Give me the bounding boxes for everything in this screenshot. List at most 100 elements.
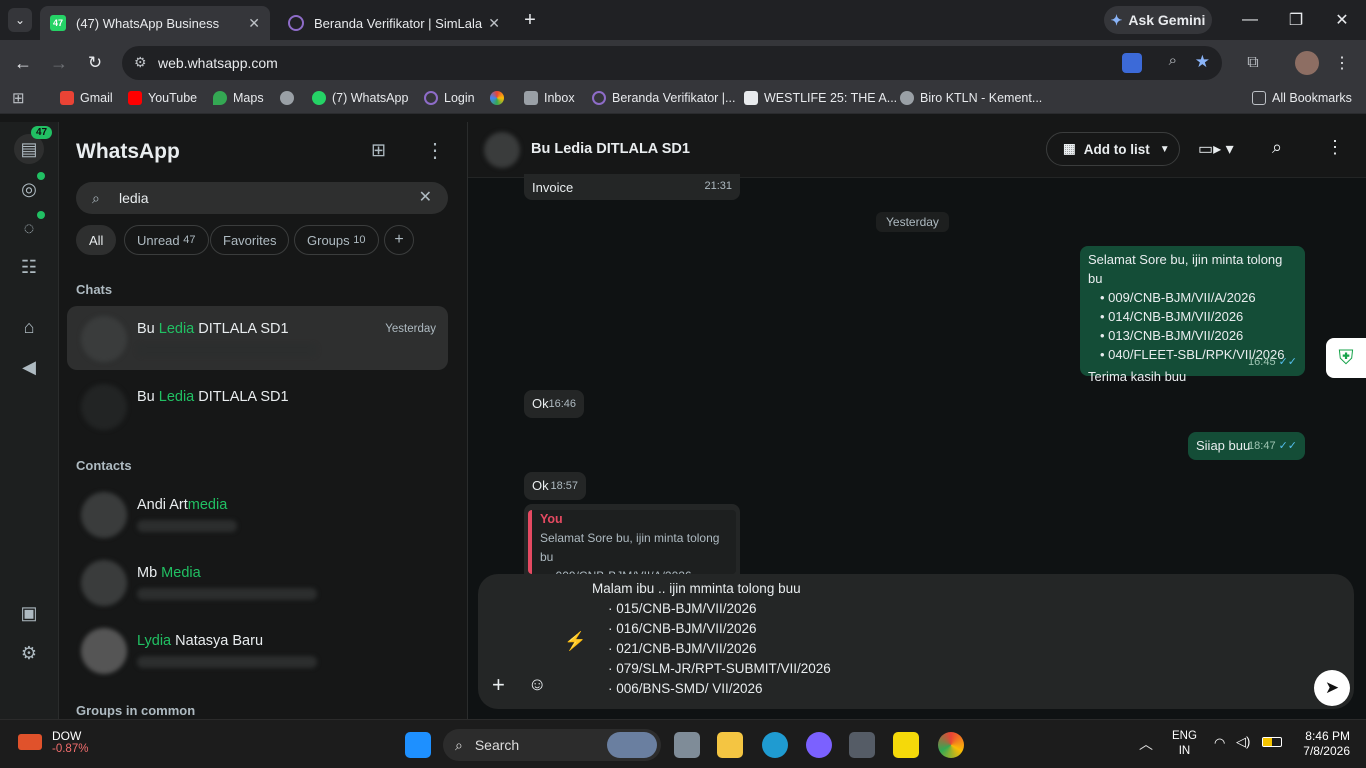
add-to-list-button[interactable]: ▦ Add to list ▼ <box>1046 132 1180 166</box>
clear-search-icon[interactable]: ✕ <box>419 182 432 214</box>
message-composer[interactable]: ⚡ + ☺ Malam ibu .. ijin mminta tolong bu… <box>478 574 1354 709</box>
forward-icon[interactable]: → <box>47 51 71 75</box>
channels-icon[interactable]: ◌ <box>16 215 42 241</box>
language-indicator[interactable]: ENG IN <box>1172 729 1197 759</box>
add-filter-button[interactable]: + <box>384 225 414 255</box>
media-icon[interactable]: ▣ <box>16 600 42 626</box>
bookmark-whatsapp[interactable]: (7) WhatsApp <box>312 91 408 105</box>
camera-icon[interactable] <box>849 732 875 758</box>
video-call-icon[interactable]: ▭▸ ▾ <box>1198 139 1234 159</box>
filter-label: All <box>89 232 104 248</box>
maximize-icon[interactable]: ❐ <box>1284 8 1308 32</box>
bookmark-beranda[interactable]: Beranda Verifikator |... <box>592 91 735 105</box>
menu-icon[interactable]: ⋮ <box>425 138 445 163</box>
contact-avatar[interactable] <box>484 132 520 168</box>
close-tab-icon[interactable]: ✕ <box>248 15 260 32</box>
close-tab-icon[interactable]: ✕ <box>488 15 500 32</box>
chat-header[interactable]: Bu Ledia DITLALA SD1 ▦ Add to list ▼ ▭▸ ▾ … <box>468 122 1366 178</box>
extensions-icon[interactable]: ⧉ <box>1241 51 1265 75</box>
search-chat-icon[interactable]: ⌕ <box>1272 137 1282 158</box>
back-icon[interactable]: ← <box>11 51 35 75</box>
file-explorer-icon[interactable] <box>717 732 743 758</box>
bookmark-maps[interactable]: Maps <box>213 91 264 105</box>
clock[interactable]: 8:46 PM 7/8/2026 <box>1290 729 1350 759</box>
bookmark-gmail[interactable]: Gmail <box>60 91 113 105</box>
bookmark-inbox[interactable]: Inbox <box>524 91 575 105</box>
message-time: 18:47 ✓✓ <box>1248 440 1297 452</box>
reload-icon[interactable]: ↻ <box>83 51 107 75</box>
send-button[interactable]: ➤ <box>1314 670 1350 706</box>
edge-icon[interactable] <box>762 732 788 758</box>
wifi-icon[interactable]: ◠ <box>1214 735 1225 751</box>
tab-simlala[interactable]: Beranda Verifikator | SimLala ✕ <box>278 6 510 40</box>
filter-all[interactable]: All <box>76 225 117 255</box>
filter-unread[interactable]: Unread 47 <box>124 225 209 255</box>
communities-icon[interactable]: ☷ <box>16 254 42 280</box>
volume-icon[interactable]: ◁) <box>1236 734 1250 750</box>
site-info-icon[interactable]: ⚙ <box>134 54 147 71</box>
bookmark-globe[interactable] <box>280 91 300 105</box>
read-ticks-icon: ✓✓ <box>1278 356 1297 368</box>
message-bubble[interactable]: Ok 18:57 <box>524 472 586 500</box>
minimize-icon[interactable]: — <box>1238 8 1262 32</box>
windows-start-icon[interactable] <box>405 732 431 758</box>
taskbar-search[interactable]: ⌕ Search <box>443 729 661 761</box>
close-window-icon[interactable]: ✕ <box>1330 8 1354 32</box>
quoted-message[interactable]: You Selamat Sore bu, ijin minta tolong b… <box>528 510 736 583</box>
quick-replies-icon[interactable]: ⚡ <box>564 631 586 652</box>
chat-menu-icon[interactable]: ⋮ <box>1326 137 1344 158</box>
filter-favorites[interactable]: Favorites <box>210 225 290 255</box>
all-bookmarks[interactable]: All Bookmarks <box>1252 91 1352 105</box>
catalog-icon[interactable]: ⌂ <box>16 314 42 340</box>
system-tray-chevron-icon[interactable]: ︿ <box>1139 734 1153 754</box>
message-bubble[interactable]: Invoice 21:31 <box>524 174 740 200</box>
bookmark-westlife[interactable]: WESTLIFE 25: THE A... <box>744 91 897 105</box>
tab-search-icon[interactable]: ⌄ <box>8 8 32 32</box>
profile-avatar[interactable] <box>1295 51 1319 75</box>
sticky-notes-icon[interactable] <box>893 732 919 758</box>
bookmark-photos[interactable] <box>490 91 510 105</box>
zoom-icon[interactable]: ⌕ <box>1169 52 1177 69</box>
ask-gemini-button[interactable]: ✦ Ask Gemini <box>1104 6 1212 34</box>
advertise-icon[interactable]: ◀ <box>16 354 42 380</box>
whatsapp-icon: 47 <box>50 15 66 31</box>
battery-icon[interactable] <box>1262 737 1282 747</box>
bookmark-youtube[interactable]: YouTube <box>128 91 197 105</box>
message-bubble[interactable]: Siiap buu 18:47 ✓✓ <box>1188 432 1305 460</box>
filter-groups[interactable]: Groups 10 <box>294 225 379 255</box>
task-view-icon[interactable] <box>674 732 700 758</box>
filter-label: Unread <box>137 232 180 248</box>
photos-icon <box>490 91 504 105</box>
search-input[interactable]: ⌕ ledia ✕ <box>76 182 448 214</box>
chat-row[interactable]: Bu Ledia DITLALA SD1 <box>67 374 448 438</box>
bookmark-star-icon[interactable]: ★ <box>1195 52 1210 72</box>
message-input[interactable]: Malam ibu .. ijin mminta tolong buu · 01… <box>592 579 831 699</box>
contact-row[interactable]: Lydia Natasya Baru <box>67 618 448 682</box>
apps-icon[interactable]: ⊞ <box>12 89 25 107</box>
settings-icon[interactable]: ⚙ <box>16 640 42 666</box>
copilot-icon[interactable] <box>806 732 832 758</box>
contact-row[interactable]: Andi Artmedia <box>67 482 448 546</box>
search-icon: ⌕ <box>455 736 463 753</box>
search-label: Search <box>474 737 520 753</box>
status-icon[interactable]: ◎ <box>16 176 42 202</box>
new-tab-button[interactable]: + <box>518 8 542 32</box>
bookmark-login[interactable]: Login <box>424 91 475 105</box>
reply-preview-bubble[interactable]: You Selamat Sore bu, ijin minta tolong b… <box>524 504 740 583</box>
contact-row[interactable]: Mb Media <box>67 550 448 614</box>
tab-whatsapp[interactable]: 47 (47) WhatsApp Business ✕ <box>40 6 270 40</box>
install-app-icon[interactable] <box>1122 53 1142 73</box>
message-bubble[interactable]: Selamat Sore bu, ijin minta tolong bu • … <box>1080 246 1305 384</box>
message-bubble[interactable]: Ok 16:46 <box>524 390 584 418</box>
browser-menu-icon[interactable]: ⋮ <box>1330 51 1354 75</box>
bookmark-biro[interactable]: Biro KTLN - Kement... <box>900 91 1042 105</box>
globe-icon <box>280 91 294 105</box>
chat-row[interactable]: Bu Ledia DITLALA SD1 Yesterday <box>67 306 448 370</box>
emoji-icon[interactable]: ☺ <box>528 674 546 695</box>
new-chat-icon[interactable]: ⊞ <box>371 140 386 161</box>
stock-widget[interactable]: DOW -0.87% <box>18 729 88 755</box>
attach-icon[interactable]: + <box>492 672 505 698</box>
address-bar[interactable]: ⚙ web.whatsapp.com ⌕ ★ <box>122 46 1222 80</box>
chrome-icon[interactable] <box>938 732 964 758</box>
shield-icon[interactable]: ⛨ <box>1326 338 1366 378</box>
